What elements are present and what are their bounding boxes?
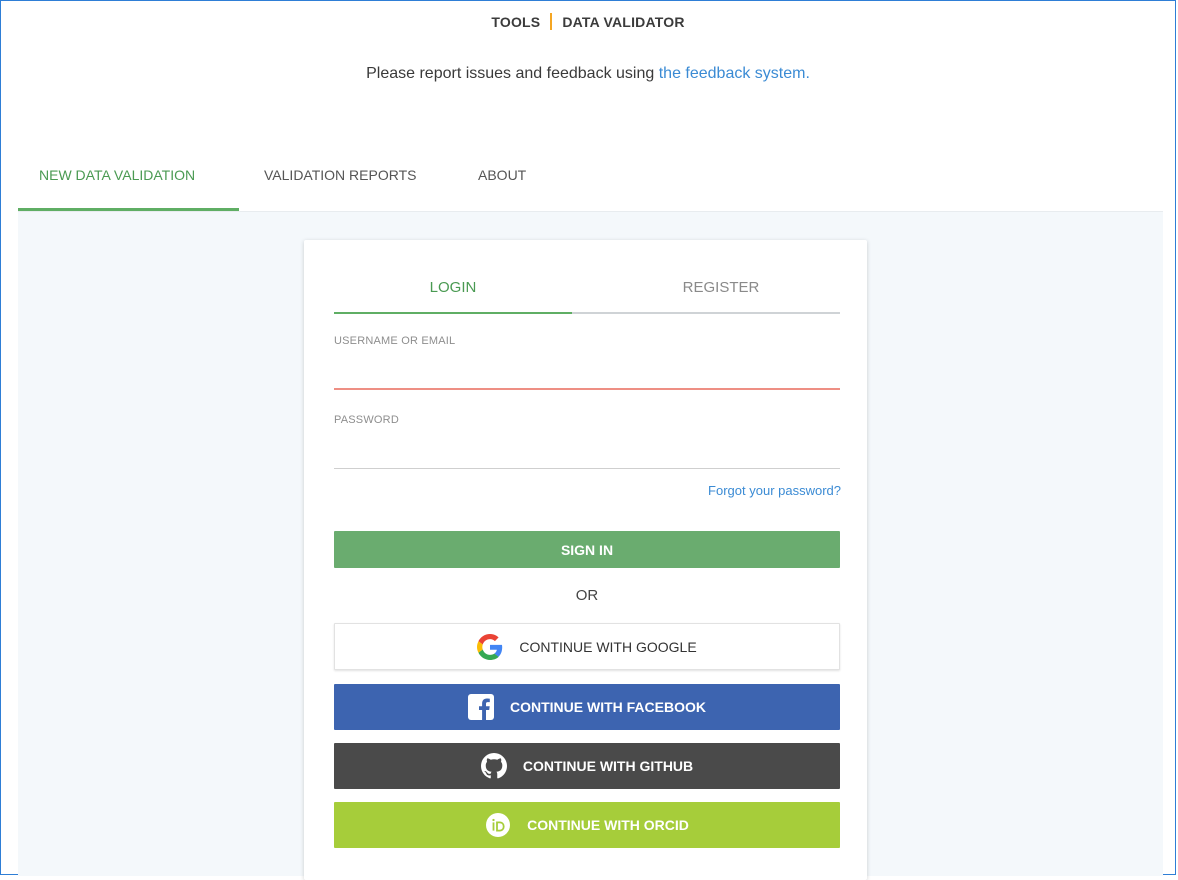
or-divider: OR [575, 587, 599, 604]
facebook-button-label: CONTINUE WITH FACEBOOK [510, 699, 706, 715]
title-section: TOOLS [491, 14, 541, 30]
tab-register[interactable]: REGISTER [602, 279, 840, 296]
continue-with-facebook-button[interactable]: CONTINUE WITH FACEBOOK [334, 684, 840, 730]
github-icon [480, 753, 507, 779]
orcid-button-label: CONTINUE WITH ORCID [527, 817, 689, 833]
sign-in-button[interactable]: SIGN IN [334, 531, 840, 568]
feedback-system-link[interactable]: the feedback system. [659, 65, 810, 82]
tab-about[interactable]: ABOUT [478, 167, 526, 183]
continue-with-orcid-button[interactable]: CONTINUE WITH ORCID [334, 802, 840, 848]
google-button-label: CONTINUE WITH GOOGLE [519, 638, 697, 655]
sign-in-label: SIGN IN [560, 541, 614, 558]
auth-tab-indicator [334, 312, 572, 314]
feedback-notice-text: Please report issues and feedback using [366, 65, 659, 82]
title-separator [550, 13, 553, 30]
tab-login[interactable]: LOGIN [334, 279, 572, 296]
page-frame: TOOLS DATA VALIDATOR Please report issues… [0, 0, 1176, 880]
tab-validation-reports[interactable]: VALIDATION REPORTS [264, 167, 416, 183]
content-area: LOGIN REGISTER USERNAME OR EMAIL PASSWOR… [18, 212, 1163, 880]
active-tab-indicator [18, 208, 239, 211]
tab-new-data-validation[interactable]: NEW DATA VALIDATION [39, 167, 195, 183]
auth-tabs: LOGIN REGISTER [334, 268, 840, 314]
main-nav: NEW DATA VALIDATION VALIDATION REPORTS A… [18, 151, 1163, 212]
title-tool: DATA VALIDATOR [562, 14, 685, 30]
continue-with-google-button[interactable]: CONTINUE WITH GOOGLE [334, 623, 840, 670]
forgot-password-link[interactable]: Forgot your password? [708, 483, 841, 498]
password-label: PASSWORD [334, 414, 399, 426]
orcid-icon [485, 812, 511, 838]
google-icon [477, 633, 503, 660]
page-title: TOOLS DATA VALIDATOR [1, 13, 1175, 30]
continue-with-github-button[interactable]: CONTINUE WITH GITHUB [334, 743, 840, 789]
facebook-icon [468, 694, 494, 720]
password-input[interactable] [334, 438, 840, 469]
feedback-notice: Please report issues and feedback using … [1, 65, 1175, 83]
username-input[interactable] [334, 358, 840, 390]
github-button-label: CONTINUE WITH GITHUB [522, 758, 694, 774]
login-card: LOGIN REGISTER USERNAME OR EMAIL PASSWOR… [304, 240, 867, 880]
username-label: USERNAME OR EMAIL [334, 335, 456, 347]
